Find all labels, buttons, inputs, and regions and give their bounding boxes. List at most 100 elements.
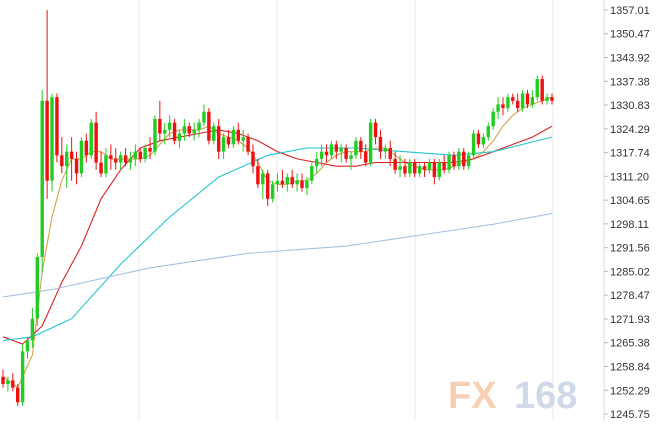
candle (20, 344, 25, 406)
candle (118, 151, 123, 170)
y-tick-label: 1330.83 (610, 100, 650, 112)
candle (417, 162, 422, 178)
candle (486, 122, 490, 141)
fx168-watermark: FX 168 (448, 375, 577, 417)
candle-body (177, 133, 182, 141)
candle (471, 129, 476, 159)
candle-body (447, 155, 451, 170)
y-tick-label: 1271.93 (610, 314, 650, 326)
candle-body (216, 126, 221, 152)
candle (231, 126, 236, 149)
candle-body (481, 137, 486, 145)
candle-body (373, 122, 378, 138)
candle-body (462, 151, 466, 167)
candle (45, 10, 49, 199)
candle (511, 93, 515, 105)
candle (40, 89, 44, 272)
candle (207, 108, 211, 145)
candle-body (172, 122, 177, 141)
candle-body (511, 97, 515, 101)
candle (172, 118, 177, 145)
candle (496, 97, 500, 119)
candle (314, 151, 319, 174)
candle (114, 148, 118, 170)
candle-body (15, 387, 20, 403)
candle-body (437, 162, 441, 178)
candle-body (99, 162, 103, 174)
candle-body (359, 140, 363, 152)
candle-body (540, 79, 544, 101)
candle (368, 118, 373, 167)
candle-body (496, 104, 500, 112)
candle-body (20, 351, 25, 403)
candle-body (339, 148, 343, 152)
candle-body (202, 111, 206, 123)
candle-body (1, 376, 5, 385)
candle-body (207, 111, 211, 141)
candle-body (432, 162, 437, 178)
y-tick-label: 1265.38 (610, 338, 650, 350)
candle (491, 108, 495, 130)
candle (216, 118, 221, 159)
candle (427, 158, 432, 174)
candle-body (6, 380, 10, 385)
candle (177, 129, 182, 149)
candle-body (153, 118, 157, 152)
candle (226, 129, 231, 149)
candle (280, 169, 285, 188)
candle-body (251, 151, 255, 167)
candle-body (241, 137, 245, 141)
y-tick-label: 1357.01 (610, 5, 650, 17)
candle (1, 369, 5, 388)
candle-body (55, 97, 59, 156)
y-tick-label: 1252.29 (610, 385, 650, 397)
candle (241, 129, 245, 152)
candle-body (84, 140, 89, 156)
candle-body (133, 151, 138, 159)
candle-body (270, 184, 275, 199)
candle (373, 118, 378, 145)
candle (442, 155, 446, 174)
candle-body (295, 180, 299, 185)
candle (383, 144, 388, 159)
y-tick-label: 1245.75 (610, 409, 650, 421)
candle (535, 75, 540, 101)
candle-body (324, 151, 329, 156)
candle (290, 169, 294, 188)
candle-body (118, 155, 123, 163)
candle-body (427, 162, 432, 170)
candle-body (466, 155, 471, 167)
candle-body (261, 173, 265, 185)
candle-body (143, 148, 147, 159)
candle-body (192, 129, 196, 134)
candle (55, 93, 59, 163)
candle (104, 148, 108, 178)
candle-body (354, 140, 358, 156)
candle (158, 100, 162, 141)
y-tick-label: 1311.20 (610, 171, 649, 183)
candle (378, 129, 383, 159)
candle (462, 148, 466, 170)
watermark-168: 168 (514, 375, 577, 417)
candle-body (45, 100, 49, 181)
candle-body (79, 140, 84, 174)
candle (359, 137, 363, 159)
candle-body (109, 155, 113, 159)
candle-body (104, 155, 108, 174)
candle-body (138, 151, 142, 159)
candle (192, 122, 196, 141)
candle (310, 162, 314, 185)
candle-body (525, 93, 530, 105)
candle (94, 111, 98, 170)
candle-body (403, 166, 407, 174)
candle-body (501, 104, 505, 109)
grid-layer (138, 0, 605, 421)
candle-body (123, 155, 128, 163)
candle-body (40, 100, 44, 257)
candle (99, 151, 103, 178)
y-tick-label: 1350.47 (610, 29, 650, 41)
chart-canvas: FX 168 1357.01 1350.47 1343.92 1337.38 1330.… (1, 0, 650, 421)
candle (261, 169, 265, 199)
candle-body (50, 97, 54, 181)
candle-body (486, 126, 490, 138)
